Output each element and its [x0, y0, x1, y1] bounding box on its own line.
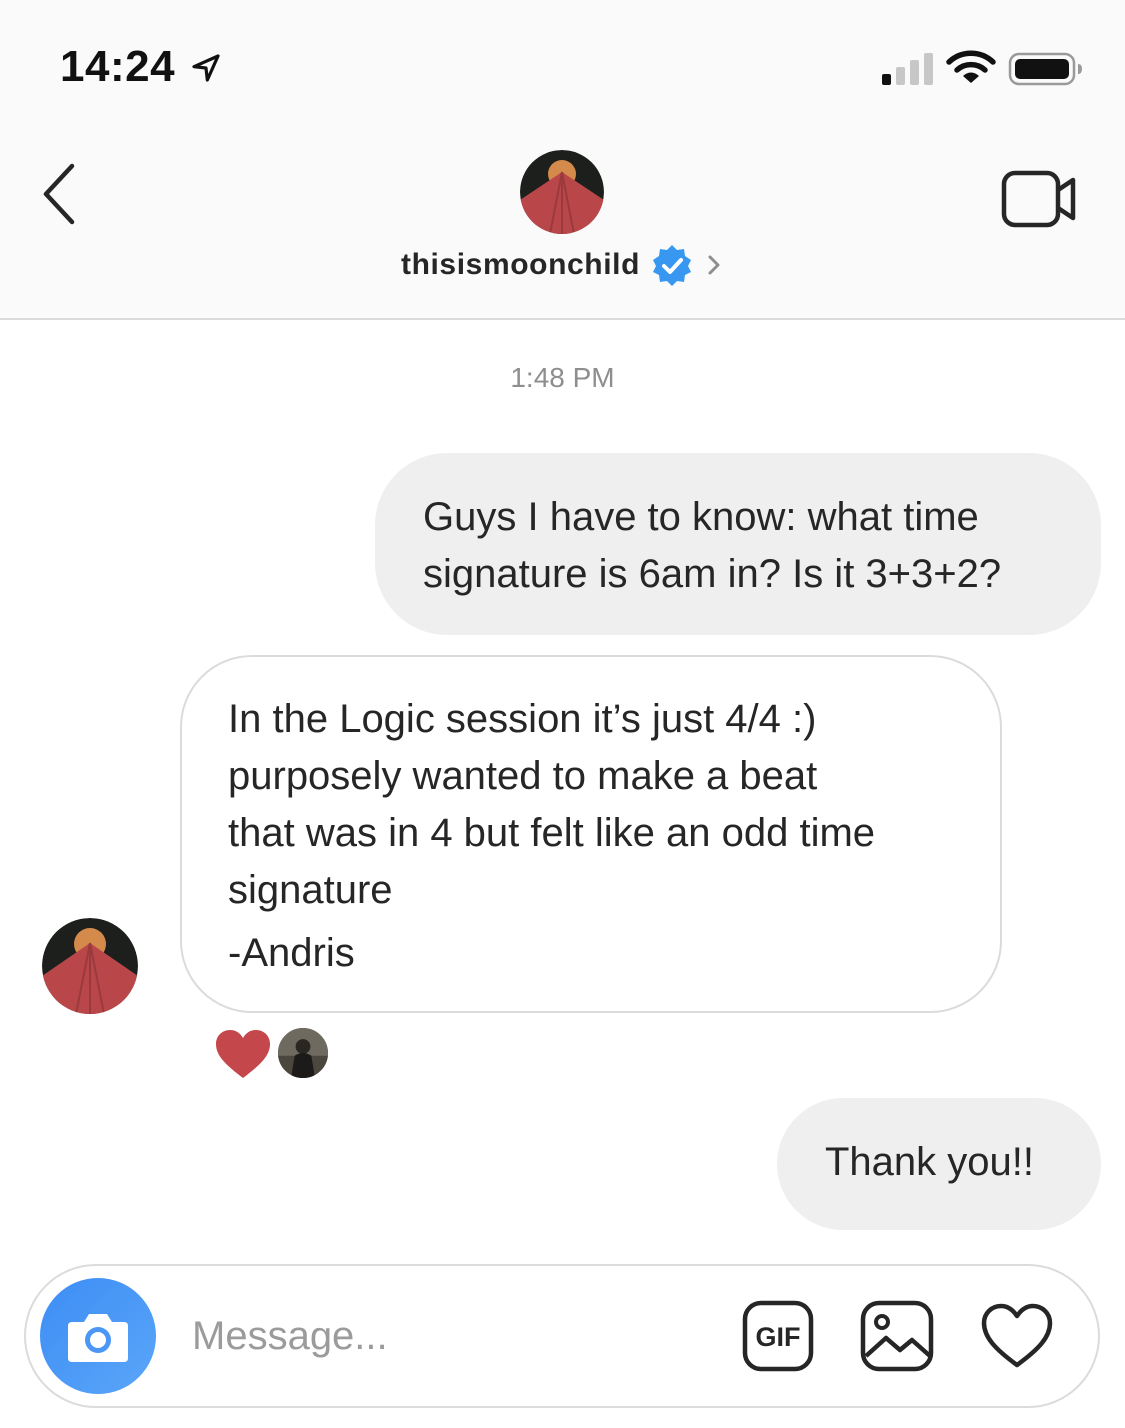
wifi-icon: [946, 50, 996, 83]
gif-label: GIF: [756, 1322, 801, 1352]
message-text: Thank you!!: [825, 1140, 1035, 1184]
sender-avatar[interactable]: [42, 918, 138, 1014]
message-text: Guys I have to know: what time signature…: [423, 495, 1002, 596]
message-line: In the Logic session it’s just 4/4 :): [228, 697, 817, 741]
message-composer: GIF: [24, 1264, 1100, 1408]
message-input[interactable]: [192, 1306, 692, 1366]
message-timestamp: 1:48 PM: [510, 362, 615, 393]
message-reactions[interactable]: [214, 1024, 344, 1084]
camera-button[interactable]: [40, 1278, 156, 1394]
video-call-button[interactable]: [1000, 168, 1080, 230]
outgoing-message-bubble[interactable]: Guys I have to know: what time signature…: [375, 453, 1101, 635]
heart-reaction-icon: [216, 1030, 270, 1078]
chat-header: 14:24 thisismoonchild: [0, 0, 1125, 320]
profile-link[interactable]: thisismoonchild: [0, 240, 1125, 290]
chevron-right-icon: [708, 255, 720, 275]
heart-icon[interactable]: [980, 1302, 1054, 1370]
reactor-avatar: [276, 1026, 330, 1080]
message-signoff: -Andris: [228, 931, 355, 975]
image-gallery-button[interactable]: [860, 1300, 934, 1372]
message-line: that was in 4 but felt like an odd time: [228, 811, 876, 855]
message-line: purposely wanted to make a beat: [228, 754, 818, 798]
cellular-signal-icon: [882, 53, 933, 85]
camera-icon: [68, 1314, 128, 1362]
outgoing-message-bubble[interactable]: Thank you!!: [777, 1098, 1101, 1230]
incoming-message-bubble[interactable]: In the Logic session it’s just 4/4 :) pu…: [180, 655, 1002, 1013]
gif-button[interactable]: GIF: [742, 1300, 814, 1372]
back-button[interactable]: [36, 158, 86, 230]
username: thisismoonchild: [400, 248, 640, 281]
verified-badge-icon: [653, 245, 691, 286]
message-line: signature: [228, 868, 393, 912]
location-arrow-icon: [192, 54, 220, 82]
header-avatar[interactable]: [520, 150, 604, 234]
status-time: 14:24: [60, 42, 176, 91]
battery-icon: [1008, 52, 1082, 86]
